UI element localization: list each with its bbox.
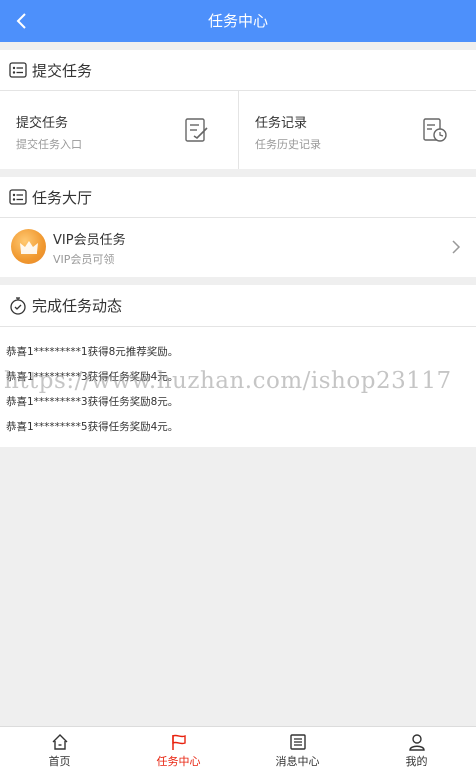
activity-line: 恭喜1*********3获得任务奖励4元。 [6,371,179,383]
task-list-icon [8,187,28,207]
section-title: 提交任务 [32,61,93,80]
tab-mine[interactable]: 我的 [357,727,476,771]
home-icon [52,734,67,750]
vip-task-item[interactable]: VIP会员任务 VIP会员可领 [0,218,476,277]
tab-label: 消息中心 [275,755,320,768]
stopwatch-check-icon [8,296,28,316]
back-button[interactable] [0,0,42,42]
vip-item-title: VIP会员任务 [53,233,126,248]
cell-title: 任务记录 [255,116,308,131]
crown-icon [19,240,38,254]
chevron-right-icon [452,240,461,254]
task-list-icon [8,60,28,80]
submit-cells: 提交任务 提交任务入口 任务记录 任务历史记录 [0,91,476,169]
cell-title: 提交任务 [16,116,69,131]
cell-subtitle: 任务历史记录 [255,138,321,151]
activity-feed: 恭喜1*********1获得8元推荐奖励。 恭喜1*********3获得任务… [0,327,476,447]
activity-line: 恭喜1*********1获得8元推荐奖励。 [6,346,179,358]
vip-crown-avatar [11,229,46,264]
tab-task-center[interactable]: 任务中心 [119,727,238,771]
submit-task-cell[interactable]: 提交任务 提交任务入口 [0,91,238,169]
user-icon [408,734,425,751]
message-list-icon [289,734,306,750]
header-bar: 任务中心 [0,0,476,42]
history-record-icon [423,118,447,142]
section-title: 任务大厅 [32,188,93,207]
bottom-tab-bar: 首页 任务中心 消息中心 我的 [0,726,476,771]
section-title: 完成任务动态 [32,297,123,315]
tab-label: 我的 [405,755,428,768]
chevron-left-icon [16,13,26,29]
tab-label: 任务中心 [156,755,201,768]
cell-subtitle: 提交任务入口 [16,138,82,151]
tab-message-center[interactable]: 消息中心 [238,727,357,771]
tab-home[interactable]: 首页 [0,727,119,771]
activity-line: 恭喜1*********3获得任务奖励8元。 [6,396,179,408]
submit-section-header: 提交任务 [0,50,476,91]
edit-document-icon [185,118,208,142]
hall-section-header: 任务大厅 [0,177,476,218]
task-record-cell[interactable]: 任务记录 任务历史记录 [238,91,476,169]
activity-section-header: 完成任务动态 [0,285,476,327]
vip-item-subtitle: VIP会员可领 [53,253,115,266]
page-title: 任务中心 [207,12,268,30]
tab-label: 首页 [48,755,71,768]
activity-line: 恭喜1*********5获得任务奖励4元。 [6,421,179,433]
flag-icon [171,734,186,750]
